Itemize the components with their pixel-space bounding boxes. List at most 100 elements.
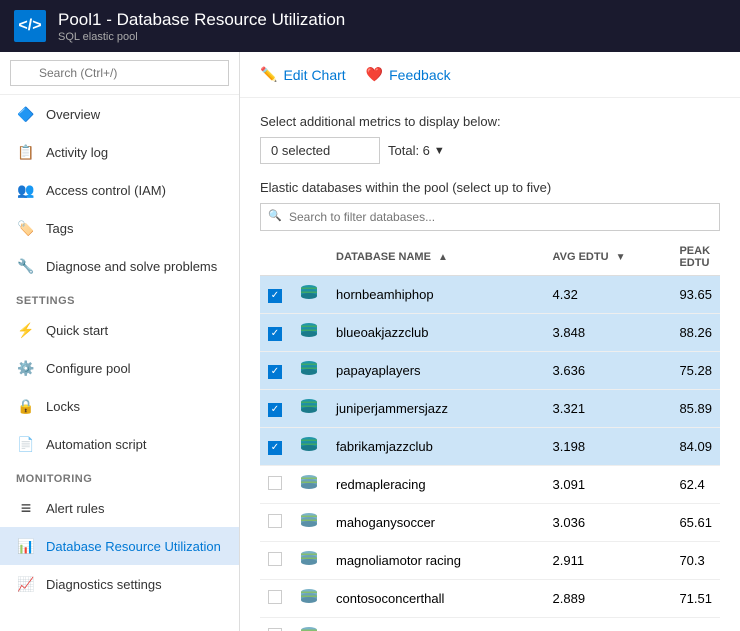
table-row[interactable]: ✓ papayaplayers3.63675.28 xyxy=(260,352,720,390)
db-stack-icon xyxy=(298,472,320,494)
avg-edtu-cell: 3.036 xyxy=(545,504,672,542)
sidebar-item-quick-start[interactable]: ⚡ Quick start xyxy=(0,311,239,349)
feedback-label: Feedback xyxy=(389,67,450,83)
checkbox-checked[interactable]: ✓ xyxy=(268,327,282,341)
sidebar-item-automation-script[interactable]: 📄 Automation script xyxy=(0,425,239,463)
db-filter-input[interactable] xyxy=(260,203,720,231)
search-wrapper xyxy=(10,60,229,86)
avg-edtu-cell: 3.091 xyxy=(545,466,672,504)
checkbox-unchecked[interactable] xyxy=(268,590,282,604)
peak-edtu-cell: 85.89 xyxy=(671,390,720,428)
table-row[interactable]: redmapleracing3.09162.4 xyxy=(260,466,720,504)
sidebar-item-label: Tags xyxy=(46,221,73,236)
checkbox-checked[interactable]: ✓ xyxy=(268,441,282,455)
row-checkbox-cell xyxy=(260,504,290,542)
peak-edtu-cell: 65.61 xyxy=(671,504,720,542)
content-area: Select additional metrics to display bel… xyxy=(240,98,740,631)
checkbox-checked[interactable]: ✓ xyxy=(268,365,282,379)
col-avg-edtu[interactable]: AVG EDTU ▼ xyxy=(545,239,672,276)
activity-log-icon: 📋 xyxy=(16,142,36,162)
col-peak-edtu-label: PEAK EDTU xyxy=(679,245,710,269)
sidebar-item-db-resource-util[interactable]: 📊 Database Resource Utilization xyxy=(0,527,239,565)
sidebar-item-label: Access control (IAM) xyxy=(46,183,166,198)
col-db-name[interactable]: DATABASE NAME ▲ xyxy=(328,239,545,276)
db-icon-cell xyxy=(290,466,328,504)
metrics-dropdown[interactable]: 0 selected xyxy=(260,137,380,164)
table-row[interactable]: dogwooddojo2.73157.49 xyxy=(260,618,720,631)
table-header: DATABASE NAME ▲ AVG EDTU ▼ PEAK EDTU xyxy=(260,239,720,276)
settings-section-label: SETTINGS xyxy=(0,285,239,311)
peak-edtu-cell: 84.09 xyxy=(671,428,720,466)
db-icon-cell xyxy=(290,618,328,631)
db-icon-cell xyxy=(290,580,328,618)
sidebar-item-diagnostics-settings[interactable]: 📈 Diagnostics settings xyxy=(0,565,239,603)
db-stack-icon xyxy=(298,282,320,304)
db-name-cell: hornbeamhiphop xyxy=(328,276,545,314)
sidebar-item-label: Quick start xyxy=(46,323,108,338)
sidebar-item-locks[interactable]: 🔒 Locks xyxy=(0,387,239,425)
db-name-cell: redmapleracing xyxy=(328,466,545,504)
db-icon-cell xyxy=(290,314,328,352)
table-row[interactable]: ✓ juniperjammersjazz3.32185.89 xyxy=(260,390,720,428)
feedback-icon: ❤️ xyxy=(366,66,383,83)
sidebar-item-label: Automation script xyxy=(46,437,146,452)
sidebar-item-label: Diagnose and solve problems xyxy=(46,259,217,274)
filter-wrapper xyxy=(260,203,720,231)
metrics-label: Select additional metrics to display bel… xyxy=(260,114,720,129)
avg-edtu-cell: 2.889 xyxy=(545,580,672,618)
peak-edtu-cell: 75.28 xyxy=(671,352,720,390)
sidebar-item-label: Alert rules xyxy=(46,501,105,516)
db-name-cell: juniperjammersjazz xyxy=(328,390,545,428)
avg-edtu-cell: 3.198 xyxy=(545,428,672,466)
sidebar-item-alert-rules[interactable]: ≡ Alert rules xyxy=(0,489,239,527)
sidebar: 🔷 Overview 📋 Activity log 👥 Access contr… xyxy=(0,52,240,631)
row-checkbox-cell xyxy=(260,580,290,618)
db-icon-cell xyxy=(290,352,328,390)
edit-chart-button[interactable]: ✏️ Edit Chart xyxy=(260,64,346,85)
sidebar-item-label: Database Resource Utilization xyxy=(46,539,221,554)
search-input[interactable] xyxy=(10,60,229,86)
table-row[interactable]: ✓ blueoakjazzclub3.84888.26 xyxy=(260,314,720,352)
tags-icon: 🏷️ xyxy=(16,218,36,238)
db-stack-icon xyxy=(298,624,320,631)
sidebar-item-access-control[interactable]: 👥 Access control (IAM) xyxy=(0,171,239,209)
app-icon: </> xyxy=(14,10,46,42)
peak-edtu-cell: 62.4 xyxy=(671,466,720,504)
checkbox-unchecked[interactable] xyxy=(268,514,282,528)
avg-edtu-cell: 2.911 xyxy=(545,542,672,580)
peak-edtu-cell: 57.49 xyxy=(671,618,720,631)
table-row[interactable]: ✓ hornbeamhiphop4.3293.65 xyxy=(260,276,720,314)
sidebar-item-overview[interactable]: 🔷 Overview xyxy=(0,95,239,133)
peak-edtu-cell: 88.26 xyxy=(671,314,720,352)
table-row[interactable]: contosoconcerthall2.88971.51 xyxy=(260,580,720,618)
sidebar-item-label: Diagnostics settings xyxy=(46,577,162,592)
sidebar-item-activity-log[interactable]: 📋 Activity log xyxy=(0,133,239,171)
col-peak-edtu: PEAK EDTU xyxy=(671,239,720,276)
sidebar-item-diagnose[interactable]: 🔧 Diagnose and solve problems xyxy=(0,247,239,285)
row-checkbox-cell xyxy=(260,618,290,631)
row-checkbox-cell: ✓ xyxy=(260,390,290,428)
table-row[interactable]: magnoliamotor racing2.91170.3 xyxy=(260,542,720,580)
table-body: ✓ hornbeamhiphop4.3293.65✓ blueoakjazzcl… xyxy=(260,276,720,631)
main-content: ✏️ Edit Chart ❤️ Feedback Select additio… xyxy=(240,52,740,631)
table-row[interactable]: ✓ fabrikamjazzclub3.19884.09 xyxy=(260,428,720,466)
sidebar-item-tags[interactable]: 🏷️ Tags xyxy=(0,209,239,247)
avg-edtu-cell: 2.731 xyxy=(545,618,672,631)
db-stack-icon xyxy=(298,320,320,342)
db-name-cell: contosoconcerthall xyxy=(328,580,545,618)
checkbox-unchecked[interactable] xyxy=(268,476,282,490)
app-header: </> Pool1 - Database Resource Utilizatio… xyxy=(0,0,740,52)
table-row[interactable]: mahoganysoccer3.03665.61 xyxy=(260,504,720,542)
checkbox-unchecked[interactable] xyxy=(268,552,282,566)
sidebar-item-configure-pool[interactable]: ⚙️ Configure pool xyxy=(0,349,239,387)
db-resource-util-icon: 📊 xyxy=(16,536,36,556)
dropdown-chevron-icon: ▼ xyxy=(434,145,445,157)
quick-start-icon: ⚡ xyxy=(16,320,36,340)
feedback-button[interactable]: ❤️ Feedback xyxy=(366,64,451,85)
checkbox-checked[interactable]: ✓ xyxy=(268,403,282,417)
col-db-name-label: DATABASE NAME xyxy=(336,251,431,263)
checkbox-checked[interactable]: ✓ xyxy=(268,289,282,303)
row-checkbox-cell: ✓ xyxy=(260,276,290,314)
row-checkbox-cell xyxy=(260,542,290,580)
db-name-cell: blueoakjazzclub xyxy=(328,314,545,352)
